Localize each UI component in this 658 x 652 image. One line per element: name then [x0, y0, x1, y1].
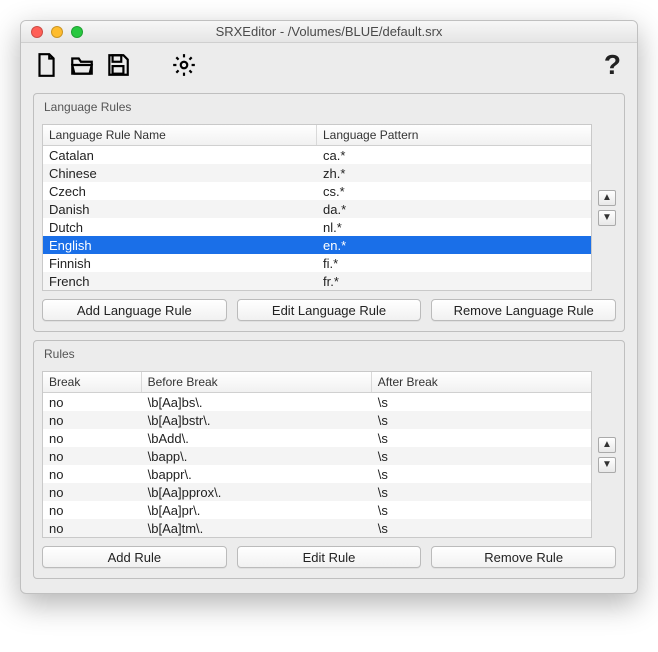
- edit-language-rule-button[interactable]: Edit Language Rule: [237, 299, 422, 321]
- col-break[interactable]: Break: [43, 372, 142, 392]
- window-controls: [21, 26, 83, 38]
- cell-before-break: \b[Aa]pr\.: [142, 503, 372, 518]
- rules-table[interactable]: Break Before Break After Break no\b[Aa]b…: [42, 371, 592, 538]
- table-row[interactable]: no\b[Aa]bstr\.\s: [43, 411, 591, 429]
- cell-after-break: \s: [372, 431, 591, 446]
- close-window-button[interactable]: [31, 26, 43, 38]
- table-row[interactable]: Frenchfr.*: [43, 272, 591, 290]
- cell-break: no: [43, 521, 142, 536]
- cell-language-pattern: cs.*: [317, 184, 591, 199]
- cell-before-break: \bAdd\.: [142, 431, 372, 446]
- language-rule-move-up-button[interactable]: ▲: [598, 190, 616, 206]
- rules-header: Break Before Break After Break: [43, 372, 591, 393]
- add-language-rule-button[interactable]: Add Language Rule: [42, 299, 227, 321]
- table-row[interactable]: Dutchnl.*: [43, 218, 591, 236]
- cell-language-pattern: en.*: [317, 238, 591, 253]
- open-folder-icon: [69, 52, 95, 78]
- remove-rule-button[interactable]: Remove Rule: [431, 546, 616, 568]
- cell-before-break: \b[Aa]bstr\.: [142, 413, 372, 428]
- cell-language-pattern: da.*: [317, 202, 591, 217]
- remove-language-rule-button[interactable]: Remove Language Rule: [431, 299, 616, 321]
- save-file-button[interactable]: [103, 50, 133, 80]
- col-after-break[interactable]: After Break: [372, 372, 591, 392]
- save-icon: [105, 52, 131, 78]
- table-row[interactable]: Czechcs.*: [43, 182, 591, 200]
- language-rule-move-down-button[interactable]: ▼: [598, 210, 616, 226]
- cell-before-break: \b[Aa]bs\.: [142, 395, 372, 410]
- col-before-break[interactable]: Before Break: [142, 372, 372, 392]
- new-file-icon: [33, 52, 59, 78]
- cell-language-pattern: zh.*: [317, 166, 591, 181]
- language-rules-reorder: ▲ ▼: [598, 190, 616, 226]
- cell-before-break: \bapp\.: [142, 449, 372, 464]
- rule-move-down-button[interactable]: ▼: [598, 457, 616, 473]
- cell-language-name: Czech: [43, 184, 317, 199]
- table-row[interactable]: Catalanca.*: [43, 146, 591, 164]
- cell-after-break: \s: [372, 521, 591, 536]
- table-row[interactable]: no\bapp\.\s: [43, 447, 591, 465]
- cell-break: no: [43, 503, 142, 518]
- cell-language-name: Catalan: [43, 148, 317, 163]
- rules-reorder: ▲ ▼: [598, 437, 616, 473]
- language-rules-header: Language Rule Name Language Pattern: [43, 125, 591, 146]
- cell-after-break: \s: [372, 395, 591, 410]
- cell-language-name: Danish: [43, 202, 317, 217]
- cell-after-break: \s: [372, 503, 591, 518]
- rules-label: Rules: [42, 347, 616, 363]
- cell-break: no: [43, 485, 142, 500]
- app-window: SRXEditor - /Volumes/BLUE/default.srx ? …: [20, 20, 638, 594]
- table-row[interactable]: no\b[Aa]pr\.\s: [43, 501, 591, 519]
- zoom-window-button[interactable]: [71, 26, 83, 38]
- help-button[interactable]: ?: [604, 49, 627, 81]
- gear-icon: [171, 52, 197, 78]
- cell-break: no: [43, 413, 142, 428]
- minimize-window-button[interactable]: [51, 26, 63, 38]
- toolbar: ?: [21, 43, 637, 87]
- table-row[interactable]: no\bappr\.\s: [43, 465, 591, 483]
- cell-language-name: French: [43, 274, 317, 289]
- cell-break: no: [43, 395, 142, 410]
- rules-group: Rules Break Before Break After Break no\…: [33, 340, 625, 579]
- cell-language-name: Chinese: [43, 166, 317, 181]
- edit-rule-button[interactable]: Edit Rule: [237, 546, 422, 568]
- cell-after-break: \s: [372, 485, 591, 500]
- add-rule-button[interactable]: Add Rule: [42, 546, 227, 568]
- table-row[interactable]: Englishen.*: [43, 236, 591, 254]
- cell-break: no: [43, 449, 142, 464]
- table-row[interactable]: no\b[Aa]bs\.\s: [43, 393, 591, 411]
- cell-before-break: \bappr\.: [142, 467, 372, 482]
- cell-break: no: [43, 431, 142, 446]
- rule-move-up-button[interactable]: ▲: [598, 437, 616, 453]
- language-rules-label: Language Rules: [42, 100, 616, 116]
- cell-language-pattern: fi.*: [317, 256, 591, 271]
- cell-language-name: Dutch: [43, 220, 317, 235]
- cell-language-name: Finnish: [43, 256, 317, 271]
- table-row[interactable]: no\bAdd\.\s: [43, 429, 591, 447]
- col-language-pattern[interactable]: Language Pattern: [317, 125, 591, 145]
- table-row[interactable]: no\b[Aa]pprox\.\s: [43, 483, 591, 501]
- cell-language-pattern: fr.*: [317, 274, 591, 289]
- cell-before-break: \b[Aa]pprox\.: [142, 485, 372, 500]
- window-title: SRXEditor - /Volumes/BLUE/default.srx: [21, 24, 637, 39]
- cell-language-name: English: [43, 238, 317, 253]
- settings-button[interactable]: [169, 50, 199, 80]
- cell-break: no: [43, 467, 142, 482]
- cell-language-pattern: nl.*: [317, 220, 591, 235]
- cell-language-pattern: ca.*: [317, 148, 591, 163]
- new-file-button[interactable]: [31, 50, 61, 80]
- cell-after-break: \s: [372, 467, 591, 482]
- table-row[interactable]: Finnishfi.*: [43, 254, 591, 272]
- cell-after-break: \s: [372, 413, 591, 428]
- language-rules-table[interactable]: Language Rule Name Language Pattern Cata…: [42, 124, 592, 291]
- language-rules-group: Language Rules Language Rule Name Langua…: [33, 93, 625, 332]
- cell-before-break: \b[Aa]tm\.: [142, 521, 372, 536]
- cell-after-break: \s: [372, 449, 591, 464]
- table-row[interactable]: Chinesezh.*: [43, 164, 591, 182]
- table-row[interactable]: no\b[Aa]tm\.\s: [43, 519, 591, 537]
- titlebar: SRXEditor - /Volumes/BLUE/default.srx: [21, 21, 637, 43]
- col-language-rule-name[interactable]: Language Rule Name: [43, 125, 317, 145]
- open-file-button[interactable]: [67, 50, 97, 80]
- table-row[interactable]: Danishda.*: [43, 200, 591, 218]
